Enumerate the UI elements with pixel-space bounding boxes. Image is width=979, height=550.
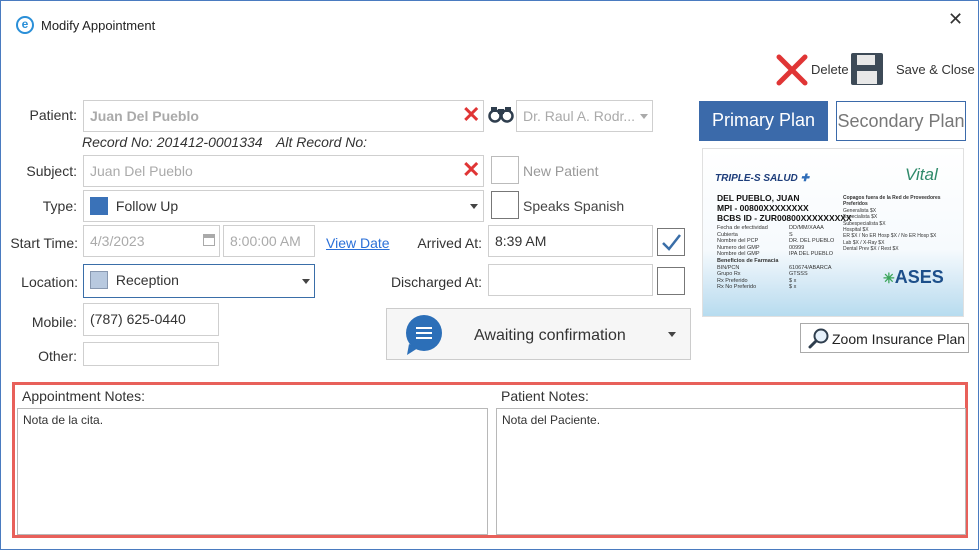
insurance-card-image: TRIPLE-S SALUD ✚ Vital DEL PUEBLO, JUAN …	[702, 148, 964, 317]
primary-plan-tab[interactable]: Primary Plan	[699, 101, 828, 141]
status-value: Awaiting confirmation	[474, 327, 626, 344]
patient-label: Patient:	[29, 107, 77, 123]
location-chevron-down-icon[interactable]	[302, 279, 310, 284]
type-value: Follow Up	[115, 198, 179, 214]
arrived-label: Arrived At:	[417, 235, 482, 251]
status-chevron-down-icon[interactable]	[668, 332, 676, 337]
location-select[interactable]: Reception	[83, 264, 315, 298]
location-value: Reception	[115, 272, 179, 288]
subject-field[interactable]: Juan Del Pueblo	[83, 155, 484, 187]
binoculars-icon[interactable]	[488, 105, 514, 126]
doctor-chevron-down-icon[interactable]	[640, 114, 648, 119]
modify-appointment-window: e Modify Appointment ✕ Delete Save & Clo…	[0, 0, 979, 550]
delete-label[interactable]: Delete	[811, 62, 849, 77]
mobile-field[interactable]: (787) 625-0440	[83, 303, 219, 336]
doctor-value: Dr. Raul A. Rodr...	[523, 108, 636, 124]
save-close-label[interactable]: Save & Close	[896, 62, 975, 77]
appointment-notes-textarea[interactable]: Nota de la cita.	[17, 408, 488, 535]
close-icon[interactable]: ✕	[948, 9, 963, 30]
appointment-notes-label: Appointment Notes:	[22, 388, 145, 404]
type-chevron-down-icon[interactable]	[470, 204, 478, 209]
patient-field[interactable]: Juan Del Pueblo	[83, 100, 484, 132]
location-color-swatch	[90, 270, 108, 289]
type-color-swatch	[90, 196, 108, 215]
subject-label: Subject:	[26, 163, 77, 179]
discharged-field[interactable]	[488, 264, 653, 296]
card-bcbs-id: BCBS ID - ZUR00800XXXXXXXXX	[717, 213, 852, 223]
record-number: Record No: 201412-0001334	[82, 134, 263, 150]
patient-notes-textarea[interactable]: Nota del Paciente.	[496, 408, 966, 535]
floppy-disk-icon	[851, 53, 883, 85]
zoom-insurance-plan-label: Zoom Insurance Plan	[832, 331, 966, 347]
type-select[interactable]: Follow Up	[83, 190, 484, 222]
zoom-insurance-plan-button[interactable]: Zoom Insurance Plan	[800, 323, 969, 353]
patient-notes-label: Patient Notes:	[501, 388, 589, 404]
calendar-icon[interactable]	[203, 234, 215, 246]
card-mpi: MPI - 00800XXXXXXXX	[717, 203, 809, 213]
speaks-spanish-checkbox[interactable]	[491, 191, 519, 219]
new-patient-label: New Patient	[523, 163, 599, 179]
other-label: Other:	[38, 348, 77, 364]
card-right-column: Copagos fuera de la Red de Proveedores P…	[843, 195, 941, 253]
location-label: Location:	[21, 274, 78, 290]
checkmark-icon	[662, 234, 681, 251]
arrived-checkbox[interactable]	[657, 228, 685, 256]
card-middle-column: DD/MM/XAAA S DR. DEL PUEBLO 00999 IPA DEL PU…	[789, 225, 835, 291]
mobile-label: Mobile:	[31, 314, 77, 330]
clear-patient-icon[interactable]: ✕	[462, 104, 480, 126]
card-member-name: DEL PUEBLO, JUAN	[717, 193, 800, 203]
app-logo-icon: e	[16, 16, 34, 34]
vital-logo: Vital	[905, 165, 938, 184]
other-field[interactable]	[83, 342, 219, 366]
new-patient-checkbox[interactable]	[491, 156, 519, 184]
chat-bubble-icon	[406, 315, 442, 355]
insurer-logo: TRIPLE-S SALUD ✚	[715, 173, 809, 184]
secondary-plan-tab[interactable]: Secondary Plan	[836, 101, 966, 141]
speaks-spanish-label: Speaks Spanish	[523, 198, 625, 214]
view-date-link[interactable]: View Date	[326, 235, 390, 251]
start-time-label: Start Time:	[10, 235, 78, 251]
delete-icon	[776, 54, 808, 86]
ases-logo: ✳ASES	[883, 267, 944, 287]
delete-button[interactable]	[775, 53, 809, 87]
magnifier-icon	[808, 328, 829, 349]
window-title: Modify Appointment	[41, 18, 156, 33]
start-time-field[interactable]: 8:00:00 AM	[223, 225, 315, 257]
notes-section: Appointment Notes: Nota de la cita. Pati…	[12, 382, 968, 538]
save-close-button[interactable]	[850, 52, 884, 86]
status-dropdown[interactable]: Awaiting confirmation	[386, 308, 691, 360]
doctor-select[interactable]: Dr. Raul A. Rodr...	[516, 100, 653, 132]
discharged-checkbox[interactable]	[657, 267, 685, 295]
discharged-label: Discharged At:	[390, 274, 482, 290]
alt-record-number: Alt Record No:	[276, 134, 368, 150]
type-label: Type:	[42, 198, 77, 214]
start-date-field[interactable]: 4/3/2023	[83, 225, 220, 257]
clear-subject-icon[interactable]: ✕	[462, 159, 480, 181]
card-left-column: Fecha de efectividad Cubierta Nombre del P…	[717, 225, 779, 291]
arrived-field[interactable]: 8:39 AM	[488, 225, 653, 257]
insurer-name: TRIPLE-S SALUD	[715, 173, 798, 184]
